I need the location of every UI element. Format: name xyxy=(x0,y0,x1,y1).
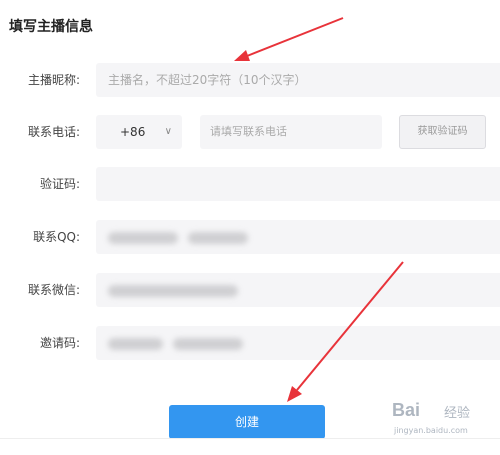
redacted-value xyxy=(108,284,238,297)
redacted-value xyxy=(108,337,163,350)
nickname-label: 主播昵称: xyxy=(27,73,80,87)
watermark-logo: Bai xyxy=(392,400,421,420)
qq-label: 联系QQ: xyxy=(33,230,80,244)
country-code-value: +86 xyxy=(120,125,146,139)
country-code-select[interactable]: +86 ∨ xyxy=(96,115,182,149)
watermark-url: jingyan.baidu.com xyxy=(394,426,468,435)
arrow-to-nickname xyxy=(234,17,344,61)
watermark-text: 经验 xyxy=(444,406,471,421)
redacted-value xyxy=(188,231,248,244)
invite-code-label: 邀请码: xyxy=(39,336,80,350)
qq-input[interactable] xyxy=(96,220,500,254)
chevron-down-icon: ∨ xyxy=(164,126,172,137)
invite-code-input[interactable] xyxy=(96,326,500,360)
get-code-button[interactable]: 获取验证码 xyxy=(399,115,486,149)
verify-code-label: 验证码: xyxy=(39,177,80,191)
phone-label: 联系电话: xyxy=(27,125,80,139)
wechat-label: 联系微信: xyxy=(27,283,80,297)
wechat-input[interactable] xyxy=(96,273,500,307)
create-button[interactable]: 创建 xyxy=(169,405,325,439)
redacted-value xyxy=(173,337,243,350)
nickname-input[interactable]: 主播名，不超过20字符（10个汉字） xyxy=(96,63,500,97)
baidu-watermark: Bai 经验 jingyan.baidu.com xyxy=(392,400,498,440)
redacted-value xyxy=(108,231,178,244)
verify-code-input[interactable] xyxy=(96,167,500,201)
page-title: 填写主播信息 xyxy=(9,19,93,35)
phone-input[interactable]: 请填写联系电话 xyxy=(200,115,382,149)
